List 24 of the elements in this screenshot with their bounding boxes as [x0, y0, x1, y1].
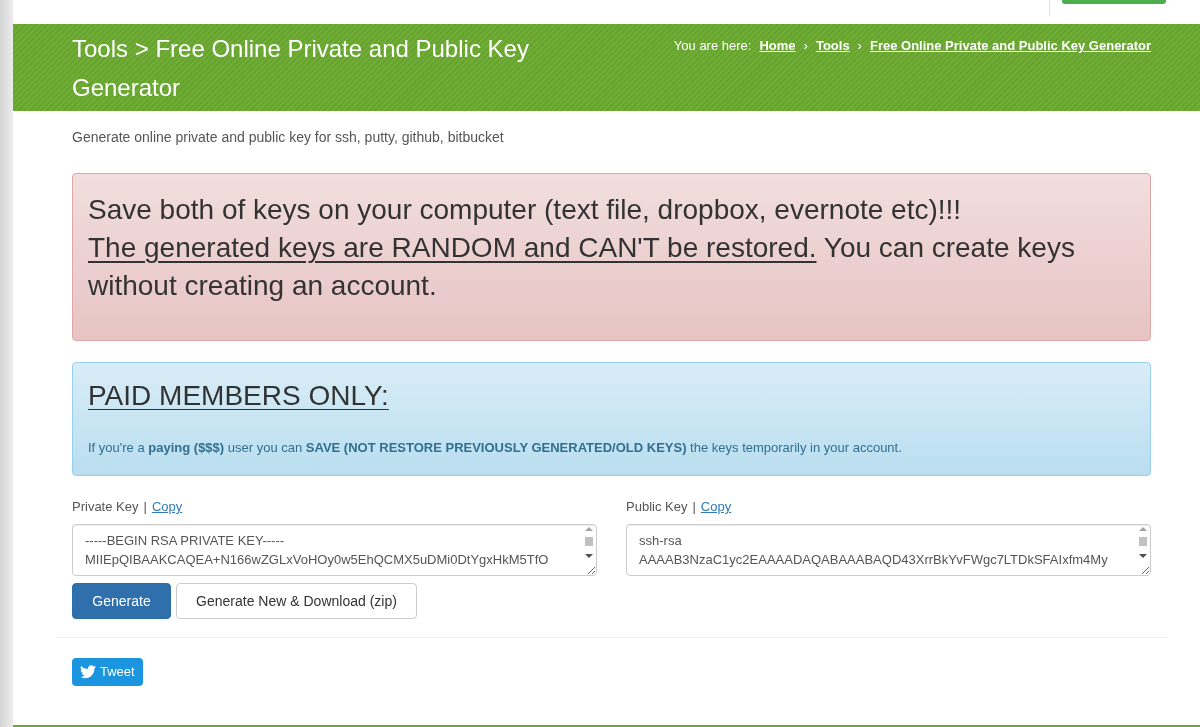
page-description: Generate online private and public key for ssh, putty, github, bitbucket — [72, 128, 505, 147]
page-title: Tools > Free Online Private and Public Key Generator — [72, 34, 530, 103]
key-textarea[interactable]: -----BEGIN RSA PRIVATE KEY----- MIIEpQIBAAKCAQEA+N166wZGLxVoHOy0w5EhQCMX5uDMi0DtYgxHkM5TfO — [72, 524, 597, 576]
tweet-button[interactable]: Tweet — [72, 658, 143, 686]
breadcrumb-link[interactable]: Tools — [815, 37, 850, 55]
breadcrumb-label: You are here: — [673, 37, 752, 55]
breadcrumb-link[interactable]: Home — [759, 37, 796, 55]
label-separator: | — [692, 498, 696, 517]
copy-link[interactable]: Copy — [151, 497, 183, 517]
bird-icon — [80, 665, 96, 679]
field-label: Public Key — [626, 498, 688, 517]
label-separator: | — [143, 498, 147, 517]
download-button[interactable]: Generate New & Download (zip) — [176, 583, 417, 619]
field-label: Private Key — [72, 498, 139, 517]
warning-text: Save both of keys on your computer (text file, dropbox, evernote etc)!!! — [88, 193, 963, 227]
breadcrumb-separator: › — [803, 37, 808, 55]
key-textarea[interactable]: ssh-rsa AAAAB3NzaC1yc2EAAAADAQABAAABAQD43XrrBkYvFWgc7LTDkSFAIxfm4My — [626, 524, 1151, 576]
copy-link[interactable]: Copy — [700, 497, 732, 517]
breadcrumb-link[interactable]: Free Online Private and Public Key Generator — [869, 37, 1151, 55]
breadcrumb-separator: › — [857, 37, 862, 55]
alert-title: PAID MEMBERS ONLY: — [88, 379, 389, 413]
generate-button[interactable]: Generate — [72, 583, 171, 619]
warning-text: The generated keys are RANDOM and CAN'T be restored. You can create keys without creating an account. — [88, 231, 1076, 303]
alert-text: If you're a paying ($$$) user you can SAVE (NOT RESTORE PREVIOUSLY GENERATED/OLD KEYS) the keys temporarily in your account. — [88, 439, 903, 457]
